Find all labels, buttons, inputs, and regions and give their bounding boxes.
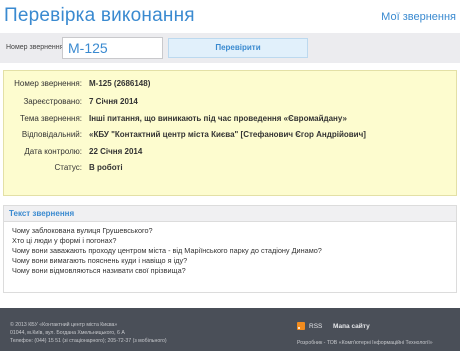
request-text-line: Чому вони відмовляються називати свої пр… (12, 266, 186, 275)
detail-row-status: Статус: В роботі (4, 161, 458, 174)
page-title: Перевірка виконання (4, 5, 195, 26)
detail-row-number: Номер звернення: M-125 (2686148) (4, 77, 458, 90)
site-map-link[interactable]: Мапа сайту (333, 323, 370, 330)
status-value: В роботі (89, 163, 123, 172)
detail-label: Тема звернення: (19, 114, 82, 123)
detail-label: Відповідальний: (21, 130, 82, 139)
detail-label: Статус: (54, 163, 82, 172)
search-label: Номер звернення: (6, 44, 66, 51)
check-button[interactable]: Перевірити (168, 38, 308, 58)
footer-address: 01044, м.Київ, вул. Богдана Хмельницьког… (10, 330, 125, 336)
request-text-line: Чому вони заважають проходу центром міст… (12, 246, 322, 255)
detail-row-responsible: Відповідальний: «КБУ "Контактний центр м… (4, 128, 458, 141)
rss-label: RSS (309, 322, 323, 330)
detail-row-registered: Зареєстровано: 7 Січня 2014 (4, 95, 458, 108)
developer-credit: Розробник - ТОВ «Комп'ютерні Інформаційн… (297, 340, 433, 346)
detail-label: Дата контролю: (24, 147, 82, 156)
request-text-body: Чому заблокована вулиця Грушевського? Хт… (4, 222, 456, 276)
detail-label: Зареєстровано: (23, 97, 82, 106)
request-text-title: Текст звернення (4, 206, 456, 222)
search-bar: Номер звернення: M-125 Перевірити (0, 33, 460, 63)
request-text-panel: Текст звернення Чому заблокована вулиця … (3, 205, 457, 293)
request-details-panel: Номер звернення: M-125 (2686148) Зареєст… (3, 70, 457, 196)
detail-value: «КБУ "Контактний центр міста Києва" [Сте… (89, 130, 366, 139)
detail-value: 22 Січня 2014 (89, 147, 143, 156)
rss-icon (297, 322, 305, 330)
footer: © 2013 КБУ «Контактний центр міста Києва… (0, 308, 460, 351)
my-requests-link[interactable]: Мої звернення (381, 11, 456, 23)
detail-value: Інші питання, що виникають під час прове… (89, 114, 347, 123)
request-text-line: Чому заблокована вулиця Грушевського? (12, 226, 153, 235)
rss-link[interactable]: RSS (297, 322, 322, 330)
request-number-input[interactable]: M-125 (62, 37, 163, 59)
footer-phone: Телефон: (044) 15 51 (зі стаціонарного);… (10, 338, 167, 344)
detail-value: M-125 (2686148) (89, 79, 151, 88)
page-header: Перевірка виконання Мої звернення (0, 0, 460, 33)
detail-row-subject: Тема звернення: Інші питання, що виникаю… (4, 112, 458, 125)
request-text-line: Чому вони вимагають пояснень куди і наві… (12, 256, 188, 265)
footer-copyright: © 2013 КБУ «Контактний центр міста Києва… (10, 322, 118, 328)
detail-label: Номер звернення: (14, 79, 82, 88)
detail-value: 7 Січня 2014 (89, 97, 138, 106)
detail-row-control-date: Дата контролю: 22 Січня 2014 (4, 145, 458, 158)
request-text-line: Хто ці люди у формі і погонах? (12, 236, 117, 245)
